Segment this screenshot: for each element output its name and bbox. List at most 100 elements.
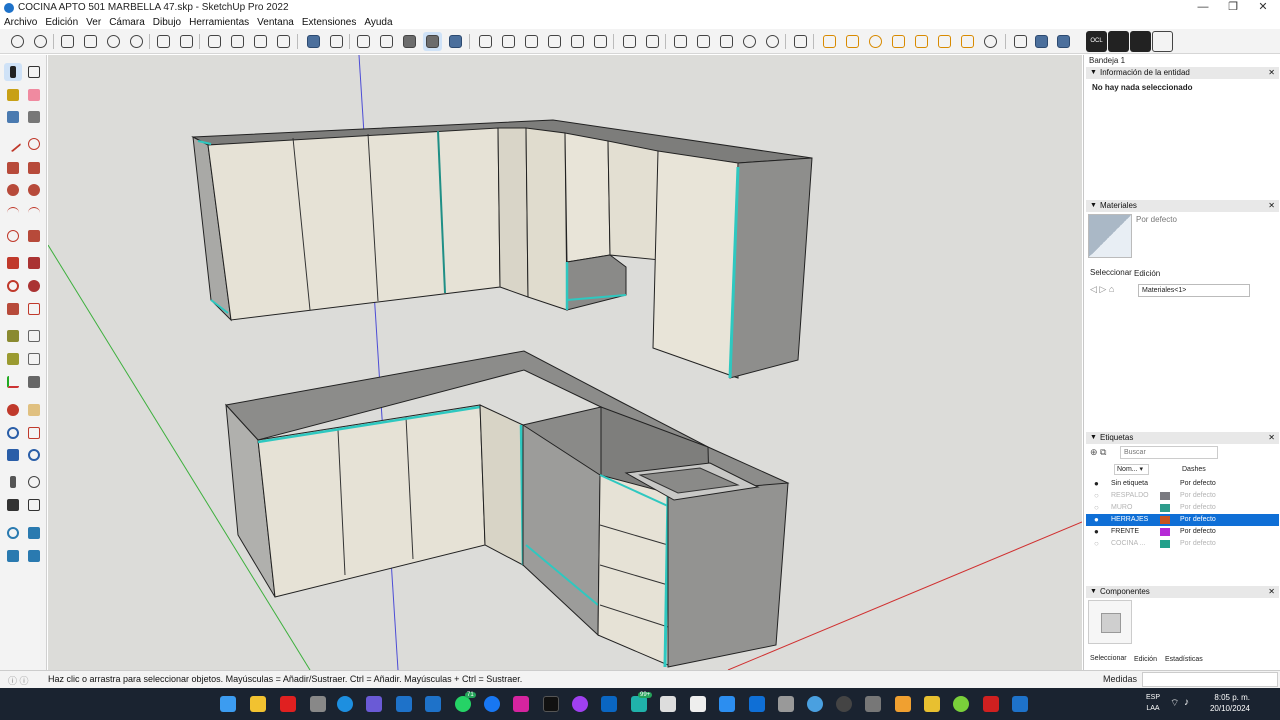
measurements-input[interactable] bbox=[1142, 672, 1278, 687]
messenger-icon[interactable] bbox=[572, 696, 588, 712]
tag-row[interactable]: ● Sin etiqueta Por defecto bbox=[1086, 478, 1279, 490]
frame-icon[interactable] bbox=[228, 32, 247, 51]
menu-dibujo[interactable]: Dibujo bbox=[153, 17, 181, 28]
close-panel-icon[interactable]: ✕ bbox=[1268, 586, 1275, 598]
tag-row[interactable]: ○ COCINA ... Por defecto bbox=[1086, 538, 1279, 550]
next-icon[interactable] bbox=[1054, 32, 1073, 51]
share-icon[interactable] bbox=[1152, 31, 1173, 52]
dimension-tool-icon[interactable] bbox=[25, 327, 43, 345]
tag-color-swatch[interactable] bbox=[1160, 516, 1170, 524]
tag-row[interactable]: ○ RESPALDO Por defecto bbox=[1086, 490, 1279, 502]
three-point-arc-icon[interactable] bbox=[4, 227, 22, 245]
tag-dashes[interactable]: Por defecto bbox=[1180, 538, 1216, 550]
tag-dashes[interactable]: Por defecto bbox=[1180, 514, 1216, 526]
linkedin-icon[interactable] bbox=[601, 696, 617, 712]
tags-column-dashes[interactable]: Dashes bbox=[1182, 466, 1206, 473]
back-house-view-icon[interactable] bbox=[568, 32, 587, 51]
shaded-style-icon[interactable] bbox=[400, 32, 419, 51]
material-swatch[interactable] bbox=[1088, 214, 1132, 258]
app-icon[interactable] bbox=[865, 696, 881, 712]
menu-ver[interactable]: Ver bbox=[86, 17, 101, 28]
visibility-eye-icon[interactable]: ● bbox=[1094, 478, 1099, 490]
solid-union-icon[interactable] bbox=[717, 32, 736, 51]
maximize-button[interactable]: ❐ bbox=[1218, 0, 1248, 15]
3d-text-tool-icon[interactable] bbox=[25, 373, 43, 391]
zoom-window-icon[interactable] bbox=[25, 424, 43, 442]
collapse-arrow-icon[interactable]: ▼ bbox=[1090, 67, 1097, 79]
solid-subtract-icon[interactable] bbox=[740, 32, 759, 51]
edge-icon[interactable] bbox=[337, 696, 353, 712]
drape-icon[interactable] bbox=[866, 32, 885, 51]
orbit-tool-icon[interactable] bbox=[4, 401, 22, 419]
text-tool-icon[interactable] bbox=[25, 350, 43, 368]
network-icon[interactable]: ⌔ bbox=[1170, 697, 1179, 710]
tab-components-edit[interactable]: Edición bbox=[1134, 656, 1157, 663]
solid-trim-icon[interactable] bbox=[763, 32, 782, 51]
tag-color-swatch[interactable] bbox=[1160, 540, 1170, 548]
push-pull-tool-icon[interactable] bbox=[25, 254, 43, 272]
component-preview[interactable] bbox=[1088, 600, 1132, 644]
solid-outer-shell-icon[interactable] bbox=[671, 32, 690, 51]
rectangle-tool-icon[interactable] bbox=[4, 159, 22, 177]
stamp-icon[interactable] bbox=[843, 32, 862, 51]
tape-measure-icon[interactable] bbox=[4, 327, 22, 345]
menu-archivo[interactable]: Archivo bbox=[4, 17, 37, 28]
opencutlist-icon[interactable]: OCL bbox=[1086, 31, 1107, 52]
smoove-icon[interactable] bbox=[935, 32, 954, 51]
chat-icon[interactable] bbox=[631, 696, 647, 712]
sketchup-icon[interactable] bbox=[425, 696, 441, 712]
tags-header[interactable]: ▼ Etiquetas ✕ bbox=[1086, 432, 1279, 444]
section-fill-icon[interactable] bbox=[177, 32, 196, 51]
tab-components-select[interactable]: Seleccionar bbox=[1090, 655, 1127, 662]
app-icon[interactable] bbox=[836, 696, 852, 712]
section-plane-icon[interactable] bbox=[154, 32, 173, 51]
scale-tool-icon[interactable] bbox=[4, 300, 22, 318]
measure-icon[interactable] bbox=[1011, 32, 1030, 51]
solid-intersect-icon[interactable] bbox=[694, 32, 713, 51]
two-point-arc-icon[interactable] bbox=[25, 204, 43, 222]
warehouse-icon[interactable] bbox=[791, 32, 810, 51]
visibility-eye-icon[interactable]: ● bbox=[1094, 514, 1099, 526]
pan-tool-icon[interactable] bbox=[25, 401, 43, 419]
doc-icon[interactable] bbox=[274, 32, 293, 51]
left-view-icon[interactable] bbox=[591, 32, 610, 51]
shaded-textures-style-icon[interactable] bbox=[423, 32, 442, 51]
close-panel-icon[interactable]: ✕ bbox=[1268, 67, 1275, 79]
export-icon[interactable] bbox=[1130, 31, 1151, 52]
paint-bucket-icon[interactable] bbox=[58, 32, 77, 51]
language-indicator[interactable]: ESP LAA bbox=[1144, 692, 1162, 714]
outlook-icon[interactable] bbox=[749, 696, 765, 712]
app-icon[interactable] bbox=[924, 696, 940, 712]
whatsapp-icon[interactable] bbox=[455, 696, 471, 712]
section-plane-tool-icon[interactable] bbox=[25, 496, 43, 514]
window-icon[interactable] bbox=[205, 32, 224, 51]
previous-view-icon[interactable] bbox=[25, 446, 43, 464]
collapse-arrow-icon[interactable]: ▼ bbox=[1090, 432, 1097, 444]
wireframe-style-icon[interactable] bbox=[354, 32, 373, 51]
info-icon[interactable]: ⓘ ⓘ bbox=[8, 674, 29, 687]
paint-sample-icon[interactable] bbox=[81, 32, 100, 51]
menu-ayuda[interactable]: Ayuda bbox=[364, 17, 392, 28]
system-clock[interactable]: 8:05 p. m. 20/10/2024 bbox=[1200, 692, 1250, 714]
layers-stack-icon[interactable] bbox=[4, 547, 22, 565]
monochrome-style-icon[interactable] bbox=[446, 32, 465, 51]
sketchup-icon[interactable] bbox=[1012, 696, 1028, 712]
extension-manager-icon[interactable] bbox=[1108, 31, 1129, 52]
sandbox-tool-icon[interactable] bbox=[4, 524, 22, 542]
entity-info-header[interactable]: ▼ Información de la entidad ✕ bbox=[1086, 67, 1279, 79]
components-icon[interactable] bbox=[620, 32, 639, 51]
rotated-rectangle-icon[interactable] bbox=[25, 159, 43, 177]
groups-icon[interactable] bbox=[643, 32, 662, 51]
layout-icon[interactable] bbox=[251, 32, 270, 51]
terrain-icon[interactable] bbox=[958, 32, 977, 51]
front-house-view-icon[interactable] bbox=[522, 32, 541, 51]
make-component-icon[interactable] bbox=[25, 63, 43, 81]
facebook-icon[interactable] bbox=[484, 696, 500, 712]
visibility-eye-icon[interactable]: ○ bbox=[1094, 502, 1099, 514]
menu-ventana[interactable]: Ventana bbox=[257, 17, 294, 28]
paint-bucket-tool-icon[interactable] bbox=[4, 86, 22, 104]
tag-color-swatch[interactable] bbox=[1160, 528, 1170, 536]
eraser-tool-icon[interactable] bbox=[25, 86, 43, 104]
iso-view-icon[interactable] bbox=[476, 32, 495, 51]
instagram-icon[interactable] bbox=[513, 696, 529, 712]
